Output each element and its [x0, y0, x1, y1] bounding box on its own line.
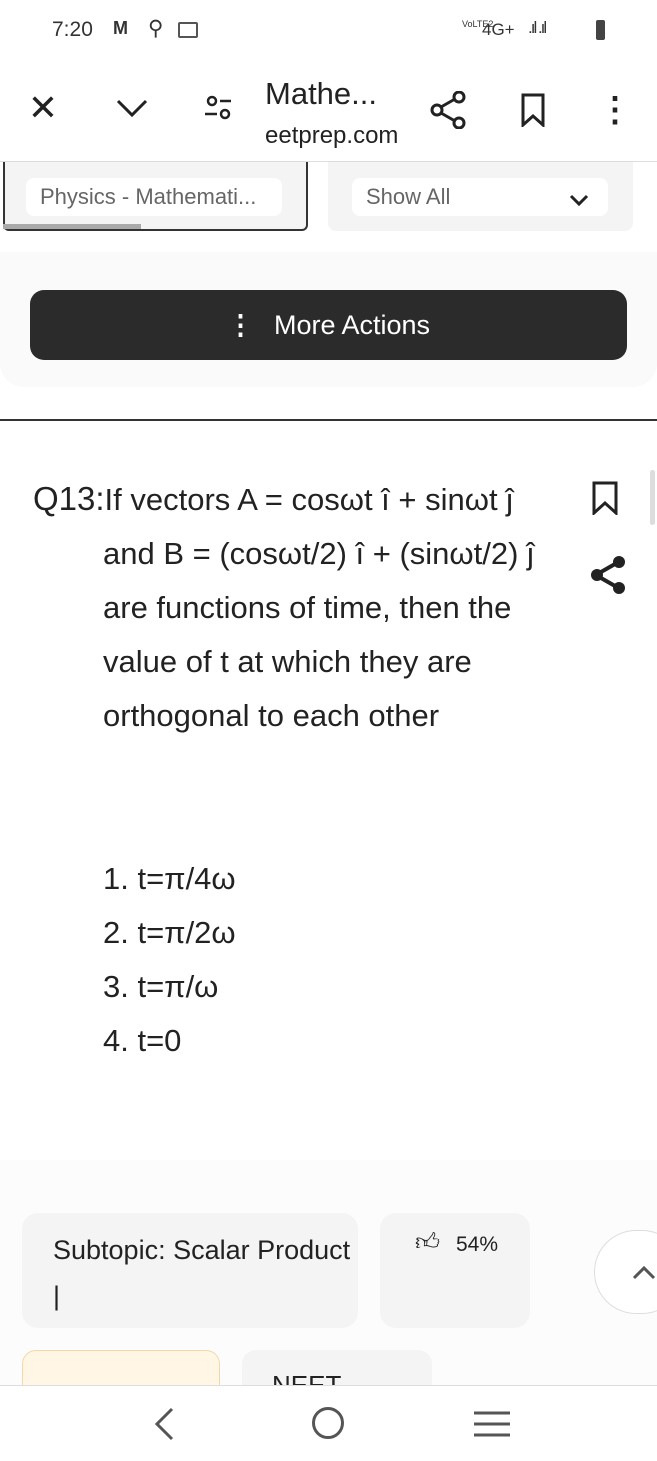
likes-card[interactable]: 👍︎ 54%: [380, 1213, 530, 1328]
option-4[interactable]: 4. t=0: [103, 1014, 236, 1068]
option-1[interactable]: 1. t=π/4ω: [103, 852, 236, 906]
signal-icon: .ıl .ıl: [528, 18, 547, 37]
calendar-icon: [178, 22, 198, 38]
question-number: Q13:: [33, 480, 105, 517]
thumbs-up-icon: 👍︎: [415, 1229, 441, 1256]
option-3[interactable]: 3. t=π/ω: [103, 960, 236, 1014]
back-icon[interactable]: [152, 1406, 176, 1442]
question: Q13:If vectors A = cosωt î + sinωt ĵ and…: [33, 472, 573, 743]
recents-icon[interactable]: [474, 1410, 510, 1438]
close-icon[interactable]: ✕: [25, 87, 61, 128]
bookmark-icon[interactable]: [518, 92, 548, 128]
page-domain: eetprep.com: [265, 122, 399, 149]
more-actions-button[interactable]: ⋮ More Actions: [30, 290, 627, 360]
question-bookmark-icon[interactable]: [590, 480, 620, 516]
network-type: 4G+: [482, 20, 515, 39]
filter-bar: Physics - Mathemati... Show All: [0, 162, 657, 253]
location-icon: ⚲: [148, 17, 164, 40]
page-title: Mathe...: [265, 76, 377, 111]
browser-toolbar: ✕ Mathe... eetprep.com ⋮: [0, 60, 657, 162]
page-settings-icon[interactable]: [200, 92, 236, 124]
subtopic-card: Subtopic: Scalar Product |: [22, 1213, 358, 1328]
more-actions-label: More Actions: [273, 309, 431, 340]
system-nav-bar: [0, 1385, 657, 1461]
more-options-icon[interactable]: ⋮: [598, 90, 632, 130]
question-text: If vectors A = cosωt î + sinωt ĵ and B =…: [103, 482, 534, 733]
option-2[interactable]: 2. t=π/2ω: [103, 906, 236, 960]
likes-percent: 54%: [456, 1233, 499, 1256]
show-all-dropdown[interactable]: Show All: [352, 178, 608, 216]
options-list: 1. t=π/4ω 2. t=π/2ω 3. t=π/ω 4. t=0: [103, 852, 236, 1068]
scrollbar[interactable]: [650, 470, 655, 525]
chevron-down-icon[interactable]: [112, 90, 152, 126]
status-bar: 7:20 M ⚲ VoLTE2 4G+ .ıl .ıl: [0, 0, 657, 60]
subtopic-label: Subtopic:: [53, 1235, 166, 1265]
scroll-indicator: [3, 224, 141, 229]
actions-panel: ⋮ More Actions: [0, 252, 657, 387]
battery-icon: [596, 20, 605, 40]
subject-filter[interactable]: Physics - Mathemati...: [26, 178, 282, 216]
question-share-icon[interactable]: [588, 555, 628, 595]
chevron-down-icon: [568, 188, 590, 214]
more-vertical-icon: ⋮: [226, 309, 254, 340]
show-all-label: Show All: [366, 184, 451, 209]
divider: [0, 419, 657, 421]
home-icon[interactable]: [312, 1407, 344, 1439]
share-icon[interactable]: [428, 90, 468, 130]
status-time: 7:20: [52, 18, 93, 41]
gmail-icon: M: [113, 18, 128, 38]
